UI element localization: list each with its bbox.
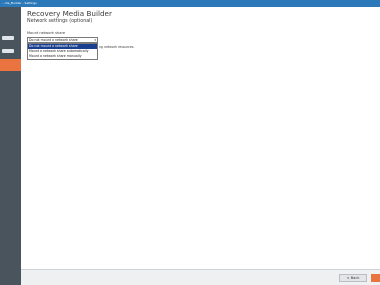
sidebar-item-2[interactable] <box>2 49 14 53</box>
footer: < Back <box>21 269 380 285</box>
select-value: Do not mount a network share <box>29 38 78 42</box>
network-resources-text: ng network resources. <box>99 44 135 49</box>
mount-network-share-label: Mount network share <box>27 31 66 35</box>
sidebar-item-1[interactable] <box>2 36 14 40</box>
window-title: ...dia_Builder - Settings <box>2 1 37 5</box>
sidebar <box>0 7 21 285</box>
next-button[interactable] <box>371 274 380 282</box>
main-panel: Recovery Media Builder Network settings … <box>21 7 380 269</box>
back-button[interactable]: < Back <box>339 274 367 282</box>
dropdown-option[interactable]: Mount a network share manually <box>28 54 97 59</box>
page-title: Recovery Media Builder <box>27 9 112 18</box>
mount-network-share-dropdown[interactable]: Do not mount a network share Mount a net… <box>27 43 98 60</box>
section-title: Network settings (optional) <box>27 19 93 24</box>
window-titlebar: ...dia_Builder - Settings <box>0 0 380 7</box>
sidebar-active-item[interactable] <box>0 59 21 71</box>
